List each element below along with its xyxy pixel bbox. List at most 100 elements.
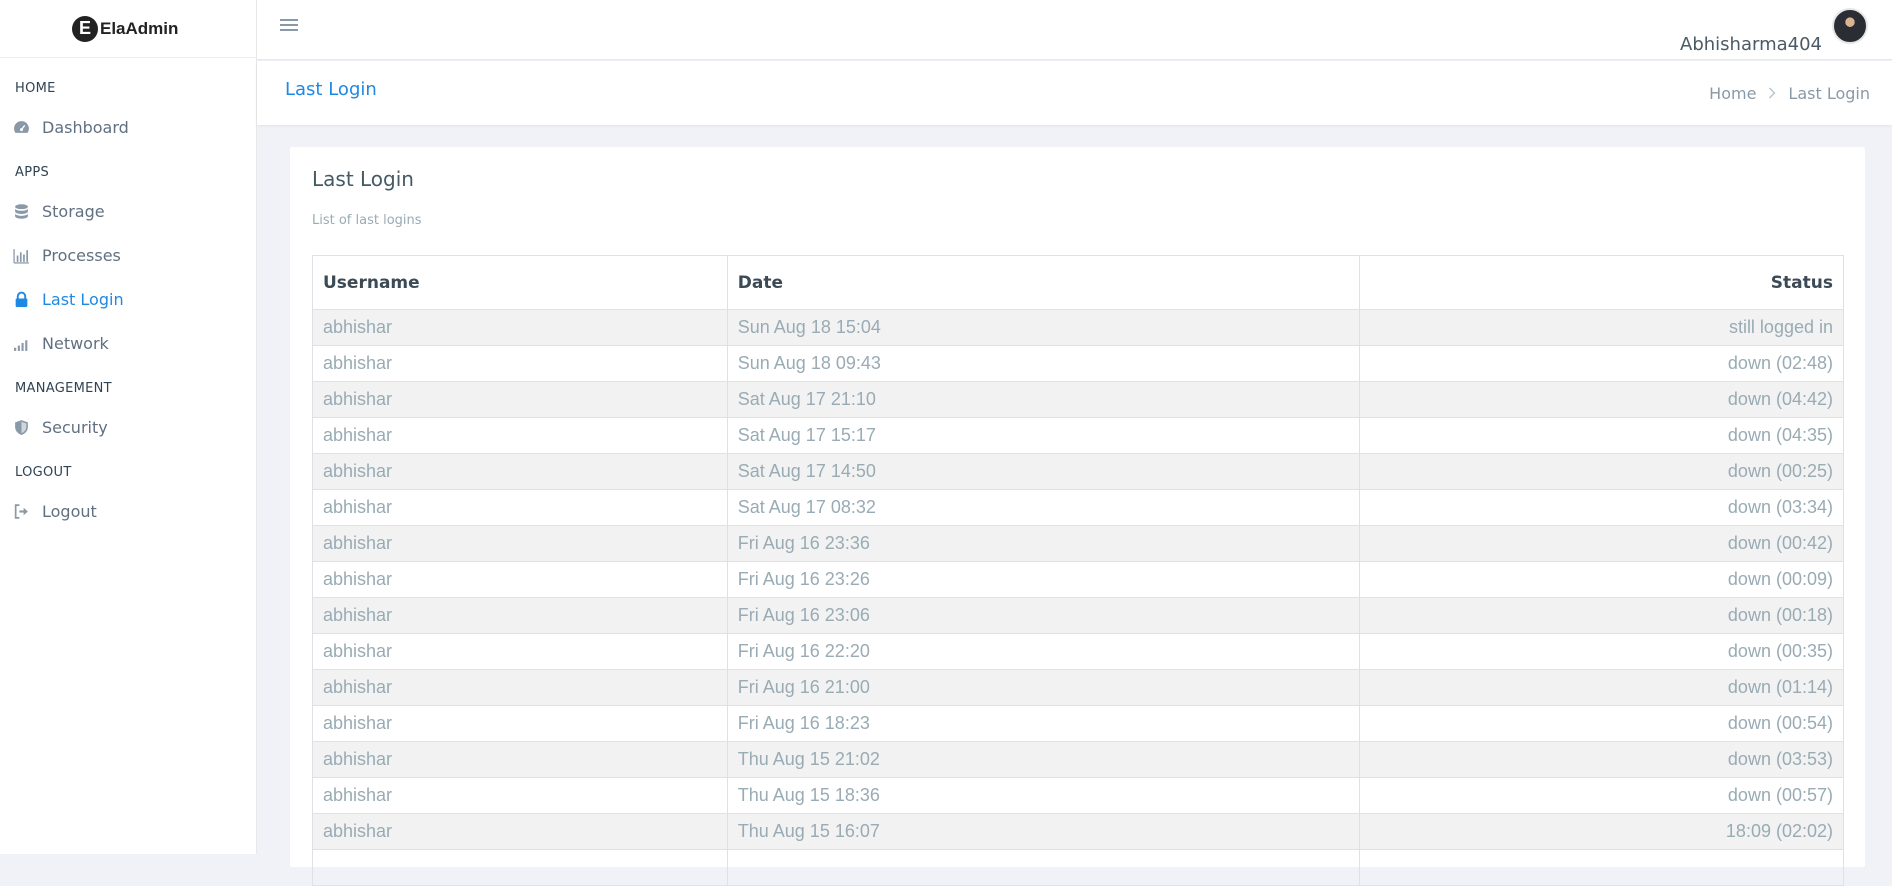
cell-username: abhishar <box>312 309 728 346</box>
card-subtitle: List of last logins <box>312 213 422 228</box>
sidebar-item-label: Last Login <box>42 289 124 309</box>
nav-section-apps: APPS <box>15 165 50 180</box>
table-row: abhishar Thu Aug 15 18:36 down (00:57) <box>312 777 1844 814</box>
nav-section-logout: LOGOUT <box>15 465 72 480</box>
cell-username: abhishar <box>312 561 728 598</box>
sidebar-item-label: Processes <box>42 245 121 265</box>
cell-status: down (04:42) <box>1359 381 1844 418</box>
cell-status: down (00:25) <box>1359 453 1844 490</box>
cell-date: Sun Aug 18 09:43 <box>726 345 1361 382</box>
brand-logo-icon: E <box>72 15 98 42</box>
sidebar-item-dashboard[interactable]: Dashboard <box>0 105 256 149</box>
table-row: abhishar Fri Aug 16 23:26 down (00:09) <box>312 561 1844 598</box>
cell-status: down (00:54) <box>1359 705 1844 742</box>
column-header-date: Date <box>726 255 1361 310</box>
cell-date: Thu Aug 15 16:07 <box>726 813 1361 850</box>
cell-username: abhishar <box>312 597 728 634</box>
hamburger-menu-icon[interactable] <box>280 16 298 34</box>
table-row: abhishar Fri Aug 16 21:00 down (01:14) <box>312 669 1844 706</box>
sidebar-item-processes[interactable]: Processes <box>0 233 256 277</box>
page-title: Last Login <box>285 79 377 100</box>
cell-status: down (00:09) <box>1359 561 1844 598</box>
bar-chart-icon <box>12 246 30 264</box>
table-row: abhishar Sat Aug 17 15:17 down (04:35) <box>312 417 1844 454</box>
table-row: abhishar Sat Aug 17 21:10 down (04:42) <box>312 381 1844 418</box>
breadcrumb-current: Last Login <box>1788 84 1870 103</box>
cell-date: Fri Aug 16 22:20 <box>726 633 1361 670</box>
sidebar: E ElaAdmin HOME Dashboard APPS Storage P… <box>0 0 257 854</box>
avatar[interactable] <box>1832 8 1868 44</box>
dashboard-icon <box>12 118 30 136</box>
sign-out-icon <box>12 502 30 520</box>
cell-status: down (00:57) <box>1359 777 1844 814</box>
table-row: abhishar Fri Aug 16 22:20 down (00:35) <box>312 633 1844 670</box>
database-icon <box>12 202 30 220</box>
column-header-username: Username <box>312 255 728 310</box>
page-title-bar: Last Login Home Last Login <box>257 61 1892 125</box>
column-header-status: Status <box>1359 255 1844 310</box>
table-row: abhishar Fri Aug 16 23:06 down (00:18) <box>312 597 1844 634</box>
sidebar-item-last-login[interactable]: Last Login <box>0 277 256 321</box>
cell-date: Sat Aug 17 08:32 <box>726 489 1361 526</box>
cell-date: Thu Aug 15 21:02 <box>726 741 1361 778</box>
cell-status: still logged in <box>1359 309 1844 346</box>
signal-icon <box>12 334 30 352</box>
table-row <box>312 849 1844 886</box>
sidebar-item-network[interactable]: Network <box>0 321 256 365</box>
table-row: abhishar Fri Aug 16 18:23 down (00:54) <box>312 705 1844 742</box>
last-login-table: Username Date Status abhishar Sun Aug 18 … <box>312 255 1844 886</box>
cell-username: abhishar <box>312 705 728 742</box>
cell-status: down (04:35) <box>1359 417 1844 454</box>
cell-date: Sat Aug 17 14:50 <box>726 453 1361 490</box>
cell-date: Sun Aug 18 15:04 <box>726 309 1361 346</box>
table-row: abhishar Thu Aug 15 21:02 down (03:53) <box>312 741 1844 778</box>
card-title: Last Login <box>312 167 414 191</box>
sidebar-item-label: Dashboard <box>42 117 129 137</box>
brand-name: ElaAdmin <box>100 18 179 38</box>
last-login-card: Last Login List of last logins Username … <box>290 147 1865 886</box>
sidebar-item-label: Security <box>42 417 108 437</box>
cell-date: Fri Aug 16 23:36 <box>726 525 1361 562</box>
table-row: abhishar Fri Aug 16 23:36 down (00:42) <box>312 525 1844 562</box>
breadcrumb: Home Last Login <box>1709 84 1870 103</box>
cell-username: abhishar <box>312 669 728 706</box>
cell-username: abhishar <box>312 381 728 418</box>
breadcrumb-home-link[interactable]: Home <box>1709 84 1756 103</box>
user-name[interactable]: Abhisharma404 <box>1680 34 1822 55</box>
nav-section-home: HOME <box>15 81 56 96</box>
sidebar-item-security[interactable]: Security <box>0 405 256 449</box>
cell-username: abhishar <box>312 813 728 850</box>
cell-username: abhishar <box>312 453 728 490</box>
cell-status <box>1359 849 1844 886</box>
cell-date: Sat Aug 17 15:17 <box>726 417 1361 454</box>
cell-username: abhishar <box>312 489 728 526</box>
brand[interactable]: E ElaAdmin <box>0 0 256 58</box>
cell-status: down (03:53) <box>1359 741 1844 778</box>
sidebar-item-logout[interactable]: Logout <box>0 489 256 533</box>
table-row: abhishar Sun Aug 18 15:04 still logged in <box>312 309 1844 346</box>
cell-date: Fri Aug 16 21:00 <box>726 669 1361 706</box>
cell-status: down (00:18) <box>1359 597 1844 634</box>
cell-status: 18:09 (02:02) <box>1359 813 1844 850</box>
cell-status: down (02:48) <box>1359 345 1844 382</box>
shield-icon <box>12 418 30 436</box>
cell-date: Fri Aug 16 18:23 <box>726 705 1361 742</box>
cell-date: Sat Aug 17 21:10 <box>726 381 1361 418</box>
table-body: abhishar Sun Aug 18 15:04 still logged in a… <box>312 309 1844 886</box>
chevron-right-icon <box>1768 84 1776 103</box>
cell-status: down (03:34) <box>1359 489 1844 526</box>
cell-username: abhishar <box>312 741 728 778</box>
top-header: Abhisharma404 <box>257 0 1892 60</box>
table-row: abhishar Sun Aug 18 09:43 down (02:48) <box>312 345 1844 382</box>
cell-username: abhishar <box>312 345 728 382</box>
cell-date: Fri Aug 16 23:06 <box>726 597 1361 634</box>
table-row: abhishar Thu Aug 15 16:07 18:09 (02:02) <box>312 813 1844 850</box>
cell-status: down (00:42) <box>1359 525 1844 562</box>
table-header-row: Username Date Status <box>312 255 1844 310</box>
cell-date <box>726 849 1361 886</box>
sidebar-item-label: Logout <box>42 501 97 521</box>
cell-date: Fri Aug 16 23:26 <box>726 561 1361 598</box>
sidebar-item-storage[interactable]: Storage <box>0 189 256 233</box>
cell-date: Thu Aug 15 18:36 <box>726 777 1361 814</box>
cell-username: abhishar <box>312 633 728 670</box>
